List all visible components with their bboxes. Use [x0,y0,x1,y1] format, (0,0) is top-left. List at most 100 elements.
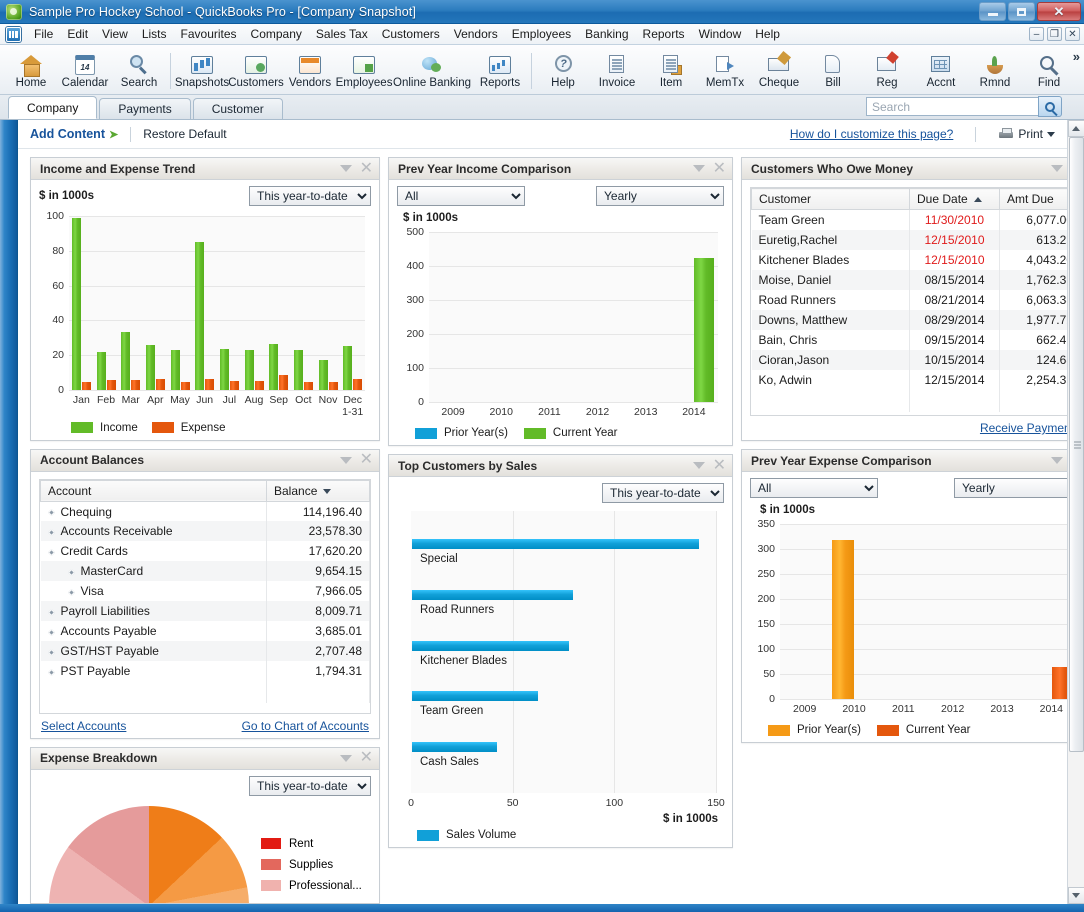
add-content-button[interactable]: Add Content ➤ [30,127,118,141]
mdi-minimize-button[interactable]: – [1029,27,1044,41]
chevron-down-icon[interactable] [692,165,705,172]
close-icon[interactable]: ✕ [360,750,373,766]
table-row[interactable]: Credit Cards 17,620.20 [40,541,370,562]
toolbar-button-help[interactable]: ? Help [536,52,590,89]
toolbar-button-home[interactable]: Home [4,52,58,89]
toolbar-button-vendors[interactable]: Vendors [283,52,337,89]
menu-item-reports[interactable]: Reports [636,25,692,43]
filter-select-prev-year-income[interactable]: All [397,186,525,206]
column-header-customer[interactable]: Customer [751,188,910,210]
customize-page-link[interactable]: How do I customize this page? [790,127,953,141]
mdi-restore-button[interactable]: ❐ [1047,27,1062,41]
chevron-down-icon[interactable] [339,754,352,762]
table-row[interactable]: Accounts Receivable 23,578.30 [40,521,370,542]
maximize-button[interactable] [1008,2,1035,21]
close-icon[interactable]: ✕ [360,160,373,176]
period-select-expense-breakdown[interactable]: This year-to-date [249,775,371,796]
table-row[interactable]: Downs, Matthew 08/29/2014 1,977.72 [751,309,1067,330]
filter-select-prev-year-expense[interactable]: All [750,478,878,498]
toolbar-button-memtx[interactable]: MemTx [698,52,752,89]
toolbar-button-customers[interactable]: Customers [228,52,284,89]
table-row[interactable]: MasterCard 9,654.15 [40,561,370,582]
menu-item-lists[interactable]: Lists [135,25,174,43]
toolbar-button-reports[interactable]: Reports [473,52,527,89]
chevron-down-icon[interactable] [692,462,705,469]
table-row[interactable]: Kitchener Blades 12/15/2010 4,043.20 [751,249,1067,270]
toolbar-button-search[interactable]: Search [112,52,166,89]
column-header-amt-due[interactable]: Amt Due [999,188,1067,210]
search-input[interactable] [866,97,1038,116]
toolbar-button-bill[interactable]: Bill [806,52,860,89]
tab-company[interactable]: Company [8,96,98,119]
toolbar-button-cheque[interactable]: Cheque [752,52,806,89]
chevron-down-icon[interactable] [1050,165,1063,172]
left-icon-bar[interactable] [0,120,18,904]
column-header-balance[interactable]: Balance [266,479,370,502]
table-row[interactable]: Payroll Liabilities 8,009.71 [40,601,370,622]
interval-select-prev-year-income[interactable]: Yearly [596,186,724,206]
table-row[interactable]: Road Runners 08/21/2014 6,063.38 [751,289,1067,310]
minimize-button[interactable] [979,2,1006,21]
interval-select-prev-year-expense[interactable]: Yearly [954,478,1067,498]
toolbar-button-rmnd[interactable]: Rmnd [968,52,1022,89]
menu-item-customers[interactable]: Customers [375,25,447,43]
menu-item-favourites[interactable]: Favourites [174,25,244,43]
tab-payments[interactable]: Payments [99,98,191,119]
menu-item-view[interactable]: View [95,25,135,43]
toolbar-overflow-button[interactable]: » [1073,49,1080,64]
column-header-account[interactable]: Account [40,479,267,502]
toolbar-button-calendar[interactable]: 14 Calendar [58,52,112,89]
restore-default-button[interactable]: Restore Default [143,127,226,141]
close-icon[interactable]: ✕ [360,452,373,468]
tab-customer[interactable]: Customer [192,98,283,119]
table-row[interactable]: GST/HST Payable 2,707.48 [40,641,370,662]
menu-item-file[interactable]: File [27,25,60,43]
scroll-up-button[interactable] [1067,120,1084,137]
period-select-top-customers[interactable]: This year-to-date [602,483,724,503]
table-row[interactable]: Visa 7,966.05 [40,581,370,602]
chart-of-accounts-link[interactable]: Go to Chart of Accounts [242,719,369,733]
menu-item-vendors[interactable]: Vendors [447,25,505,43]
toolbar-button-reg[interactable]: Reg [860,52,914,89]
table-row[interactable]: Euretig,Rachel 12/15/2010 613.25 [751,229,1067,250]
close-icon[interactable]: ✕ [713,457,726,473]
scroll-down-button[interactable] [1067,887,1084,904]
menu-item-edit[interactable]: Edit [60,25,95,43]
mdi-close-button[interactable]: ✕ [1065,27,1080,41]
toolbar-button-find[interactable]: Find [1022,52,1076,89]
chevron-down-icon[interactable] [339,456,352,464]
column-header-due-date[interactable]: Due Date [909,188,1000,210]
chevron-down-icon[interactable] [339,165,352,172]
table-row[interactable]: Accounts Payable 3,685.01 [40,621,370,642]
period-select-income-expense[interactable]: This year-to-date [249,186,371,206]
table-row[interactable]: Bain, Chris 09/15/2014 662.41 [751,329,1067,350]
table-row[interactable]: Cioran,Jason 10/15/2014 124.68 [751,349,1067,370]
toolbar-button-accnt[interactable]: Accnt [914,52,968,89]
menu-item-company[interactable]: Company [244,25,309,43]
menu-item-help[interactable]: Help [748,25,787,43]
toolbar-button-invoice[interactable]: Invoice [590,52,644,89]
receive-payments-link[interactable]: Receive Payments [980,421,1067,435]
vertical-scrollbar[interactable] [1067,120,1084,904]
toolbar-button-employees[interactable]: Employees [336,52,392,89]
scrollbar-track[interactable] [1067,137,1084,887]
toolbar-button-online-banking[interactable]: Online Banking [391,52,473,89]
table-row[interactable]: Chequing 114,196.40 [40,501,370,522]
scrollbar-thumb[interactable] [1068,137,1084,752]
search-button[interactable] [1038,96,1062,117]
close-icon[interactable]: ✕ [713,160,726,176]
toolbar-button-item[interactable]: Item [644,52,698,89]
select-accounts-link[interactable]: Select Accounts [41,719,126,733]
app-menu-icon[interactable] [6,26,21,42]
menu-item-banking[interactable]: Banking [578,25,635,43]
table-row[interactable]: Moise, Daniel 08/15/2014 1,762.31 [751,269,1067,290]
menu-item-sales-tax[interactable]: Sales Tax [309,25,375,43]
menu-item-window[interactable]: Window [692,25,749,43]
chevron-down-icon[interactable] [1050,457,1063,464]
print-button[interactable]: Print [998,127,1055,141]
menu-item-employees[interactable]: Employees [505,25,578,43]
toolbar-button-snapshots[interactable]: Snapshots [175,52,229,89]
table-row[interactable]: Ko, Adwin 12/15/2014 2,254.35 [751,369,1067,390]
close-button[interactable]: ✕ [1037,2,1081,21]
table-row[interactable]: PST Payable 1,794.31 [40,661,370,682]
